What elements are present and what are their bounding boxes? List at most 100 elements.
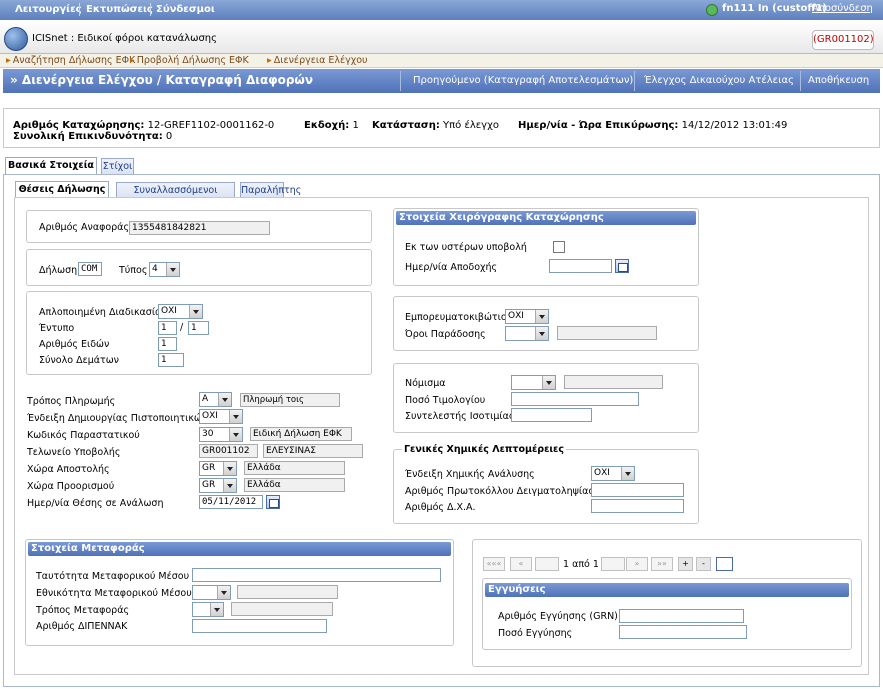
chevron-down-icon — [189, 305, 202, 318]
chemical-group: Γενικές Χημικές Λεπτομέρειες Ένδειξη Χημ… — [393, 444, 699, 524]
menu-separator — [79, 3, 80, 16]
dest-country-desc: Ελλάδα — [244, 478, 345, 492]
form-a-input[interactable]: 1 — [158, 321, 177, 335]
last-page-button[interactable]: »» — [651, 557, 673, 571]
chevron-down-icon — [223, 479, 236, 492]
transport-mode-select[interactable] — [192, 602, 224, 617]
chevron-down-icon — [621, 467, 634, 480]
currency-group: Νόμισμα Ποσό Τιμολογίου Συντελεστής Ισοτ… — [393, 363, 699, 433]
guarantee-amount-input[interactable] — [619, 625, 747, 639]
declaration-group: Δήλωση COM Τύπος 4 — [26, 249, 372, 286]
transport-mode-desc — [231, 602, 333, 616]
vehicle-id-input[interactable] — [192, 568, 441, 582]
form-label: Έντυπο — [39, 323, 75, 334]
version-label: Εκδοχή: — [304, 120, 350, 131]
guarantees-group: Εγγυήσεις Αριθμός Εγγύησης (GRN) Ποσό Εγ… — [482, 578, 852, 650]
grid-view-icon[interactable] — [716, 557, 733, 571]
dispatch-country-select[interactable]: GR — [199, 461, 237, 476]
acceptance-date-input[interactable] — [549, 259, 612, 273]
prev-page-button[interactable]: « — [510, 557, 532, 571]
office-code-input[interactable]: GR001102 — [199, 444, 258, 458]
payment-desc: Πληρωμή τοις μετρητο — [240, 393, 340, 407]
doc-code-label: Κωδικός Παραστατικού — [27, 430, 140, 441]
arrow-right-icon: ▸ — [130, 55, 135, 66]
dispatch-country-desc: Ελλάδα — [244, 461, 345, 475]
tab-basic-info[interactable]: Βασικά Στοιχεία — [5, 157, 97, 175]
logout-link[interactable]: Αποσύνδεση — [812, 3, 873, 14]
breadcrumb-item[interactable]: ▸ Προβολή Δήλωσης ΕΦΚ — [130, 55, 249, 66]
status-label: Κατάσταση: — [372, 120, 440, 131]
delivery-terms-label: Όροι Παράδοσης — [405, 329, 486, 340]
grn-input[interactable] — [619, 609, 744, 623]
arrow-right-icon: ▸ — [6, 55, 11, 66]
vehicle-id-label: Ταυτότητα Μεταφορικού Μέσου — [36, 571, 190, 582]
menu-links[interactable]: Σύνδεσμοι — [156, 4, 215, 15]
ref-input[interactable]: 1355481842821 — [129, 221, 270, 235]
dxa-label: Αριθμός Δ.Χ.Α. — [405, 502, 476, 513]
procedure-group: Απλοποιημένη Διαδικασία ΟΧΙ Έντυπο 1 / 1… — [26, 291, 372, 375]
status-value: Υπό έλεγχο — [443, 120, 499, 131]
breadcrumb: ▸ Αναζήτηση Δήλωσης ΕΦΚ ▸ Προβολή Δήλωσης … — [0, 54, 883, 68]
breadcrumb-item[interactable]: ▸ Αναζήτηση Δήλωσης ΕΦΚ — [6, 55, 135, 66]
version-value: 1 — [352, 120, 359, 131]
office-label: Τελωνείο Υποβολής — [27, 447, 121, 458]
late-submission-checkbox[interactable] — [553, 241, 565, 253]
doc-code-select[interactable]: 30 — [199, 427, 243, 442]
chemical-legend: Γενικές Χημικές Λεπτομέρειες — [402, 444, 566, 455]
declaration-info: Αριθμός Καταχώρησης: 12-GREF1102-0001162… — [3, 108, 880, 148]
sample-protocol-input[interactable] — [591, 483, 684, 497]
payment-label: Τρόπος Πληρωμής — [27, 396, 116, 407]
dxa-input[interactable] — [591, 499, 684, 513]
first-page-button[interactable]: ««« — [483, 557, 505, 571]
consumption-date-label: Ημερ/νία Θέσης σε Ανάλωση — [27, 498, 164, 509]
delivery-terms-select[interactable] — [505, 326, 549, 341]
calendar-icon[interactable] — [615, 259, 629, 273]
packages-label: Σύνολο Δεμάτων — [39, 355, 119, 366]
exchange-rate-input[interactable] — [511, 408, 592, 422]
reference-group: Αριθμός Αναφοράς 1355481842821 — [26, 210, 372, 243]
guarantee-amount-label: Ποσό Εγγύησης — [498, 628, 573, 639]
form-separator: / — [180, 322, 184, 333]
invoice-amount-input[interactable] — [511, 392, 639, 406]
chemical-analysis-select[interactable]: ΟΧΙ — [591, 466, 635, 481]
simplified-label: Απλοποιημένη Διαδικασία — [39, 307, 162, 318]
top-menu-bar: Λειτουργίες Εκτυπώσεις Σύνδεσμοι fn111 I… — [0, 0, 883, 20]
consumption-date-input[interactable]: 05/11/2012 — [199, 495, 263, 509]
add-button[interactable]: + — [678, 557, 693, 571]
ref-label: Αριθμός Αναφοράς — [39, 222, 130, 233]
menu-functions[interactable]: Λειτουργίες — [15, 4, 82, 15]
payment-select[interactable]: A — [199, 392, 232, 407]
form-b-input[interactable]: 1 — [188, 321, 209, 335]
save-button[interactable]: Αποθήκευση — [808, 75, 869, 86]
calendar-icon[interactable] — [266, 495, 280, 509]
type-select[interactable]: 4 — [149, 262, 180, 277]
menu-separator — [150, 3, 151, 16]
tab-lines[interactable]: Στίχοι — [101, 158, 134, 175]
exchange-rate-label: Συντελεστής Ισοτιμίας — [405, 411, 515, 422]
dipennak-input[interactable] — [192, 619, 327, 633]
credit-select[interactable]: ΟΧΙ — [199, 409, 243, 424]
chemical-analysis-label: Ένδειξη Χημικής Ανάλυσης — [405, 469, 535, 480]
vehicle-nationality-select[interactable] — [192, 585, 231, 600]
simplified-select[interactable]: ΟΧΙ — [158, 304, 203, 319]
next-page-button[interactable]: » — [626, 557, 648, 571]
check-beneficiary-button[interactable]: Έλεγχος Δικαιούχου Ατέλειας — [644, 75, 794, 86]
currency-desc — [564, 375, 663, 389]
previous-button[interactable]: Προηγούμενο (Καταγραφή Αποτελεσμάτων) — [413, 75, 633, 86]
type-label: Τύπος — [119, 265, 148, 276]
decl-input[interactable]: COM — [78, 262, 102, 276]
remove-button[interactable]: - — [696, 557, 711, 571]
page-input-left — [535, 557, 559, 571]
office-desc: ΕΛΕΥΣΙΝΑΣ — [263, 444, 363, 458]
container-select[interactable]: ΟΧΙ — [505, 309, 549, 324]
dest-country-select[interactable]: GR — [199, 478, 237, 493]
packages-input[interactable]: 1 — [158, 353, 184, 367]
currency-select[interactable] — [511, 375, 556, 390]
app-title: ICISnet : Ειδικοί φόροι κατανάλωσης — [32, 33, 217, 44]
menu-prints[interactable]: Εκτυπώσεις — [86, 4, 153, 15]
arrow-right-icon: ▸ — [267, 55, 272, 66]
items-input[interactable]: 1 — [158, 337, 177, 351]
breadcrumb-item[interactable]: ▸ Διενέργεια Ελέγχου — [267, 55, 368, 66]
vehicle-nationality-desc — [237, 585, 338, 599]
divider — [800, 71, 801, 91]
